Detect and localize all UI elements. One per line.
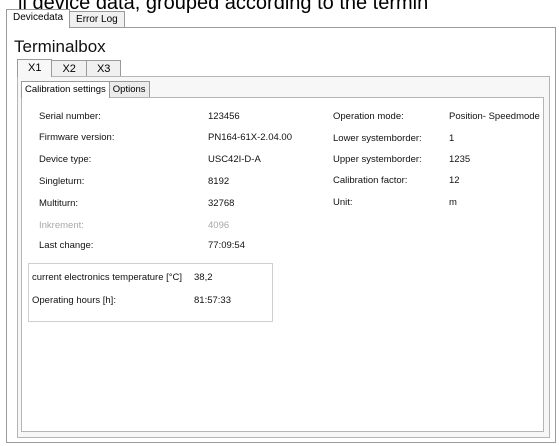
operating-hours-value: 81:57:33	[194, 295, 231, 306]
field-label-calibration-factor: Calibration factor:	[333, 175, 408, 186]
field-label-firmware-version: Firmware version:	[39, 132, 115, 143]
field-value-upper-systemborder: 1235	[449, 154, 471, 165]
settings-tab-bar: Calibration settings Options	[21, 81, 150, 98]
field-label-singleturn: Singleturn:	[39, 176, 85, 187]
field-value-multiturn: 32768	[208, 198, 235, 209]
tab-options[interactable]: Options	[108, 81, 150, 98]
field-label-operation-mode: Operation mode:	[333, 111, 404, 122]
field-value-inkrement: 4096	[208, 220, 230, 231]
field-value-unit: m	[449, 197, 457, 208]
field-label-inkrement: Inkrement:	[39, 220, 84, 231]
field-value-lower-systemborder: 1	[449, 133, 455, 144]
temperature-label: current electronics temperature [°C]	[32, 272, 183, 283]
field-label-lower-systemborder: Lower systemborder:	[333, 133, 422, 144]
field-value-singleturn: 8192	[208, 176, 230, 187]
field-value-calibration-factor: 12	[449, 175, 460, 186]
top-tab-bar: Devicedata Error Log	[6, 9, 125, 28]
field-label-unit: Unit:	[333, 197, 353, 208]
field-label-multiturn: Multiturn:	[39, 198, 79, 209]
field-value-firmware-version: PN164-61X-2.04.00	[208, 132, 292, 143]
page-title: Terminalbox	[14, 37, 106, 56]
field-value-operation-mode: Position- Speedmode	[449, 111, 540, 122]
field-value-serial-number: 123456	[208, 111, 240, 122]
terminal-tab-bar: X1 X2 X3	[17, 59, 122, 77]
field-value-last-change: 77:09:54	[208, 240, 245, 251]
field-label-upper-systemborder: Upper systemborder:	[333, 154, 422, 165]
operating-hours-label: Operating hours [h]:	[32, 295, 116, 306]
tab-calibration-settings[interactable]: Calibration settings	[21, 81, 110, 98]
tab-x1[interactable]: X1	[17, 59, 53, 77]
field-label-device-type: Device type:	[39, 154, 92, 165]
field-value-device-type: USC42I-D-A	[208, 154, 261, 165]
temperature-value: 38,2	[194, 272, 213, 283]
devicedata-panel: Terminalbox X1 X2 X3 Calibration setting…	[6, 27, 556, 443]
tab-x3[interactable]: X3	[85, 60, 122, 77]
tab-devicedata[interactable]: Devicedata	[6, 9, 71, 28]
field-label-serial-number: Serial number:	[39, 111, 101, 122]
tab-x2[interactable]: X2	[51, 60, 87, 77]
tab-error-log[interactable]: Error Log	[69, 11, 125, 28]
status-box: current electronics temperature [°C] 38,…	[28, 263, 273, 322]
field-label-last-change: Last change:	[39, 240, 94, 251]
